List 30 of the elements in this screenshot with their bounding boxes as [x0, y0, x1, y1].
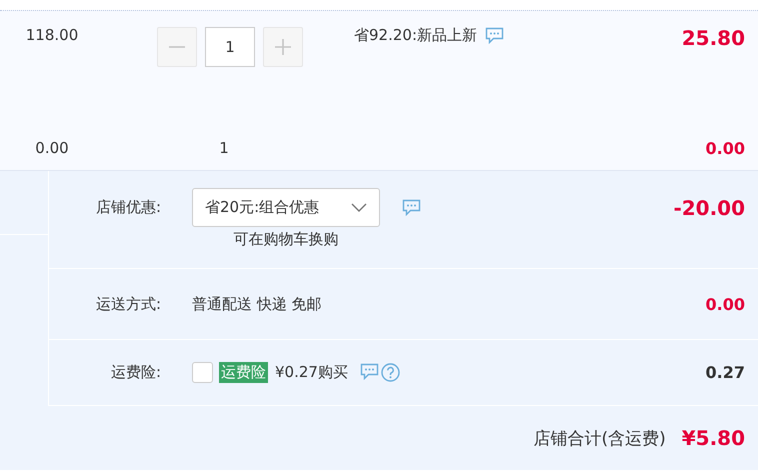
promotion-text: 省92.20:新品上新 — [354, 26, 477, 45]
total-amount: ¥5.80 — [682, 426, 745, 450]
help-icon[interactable] — [380, 363, 400, 382]
minus-icon — [168, 46, 186, 48]
chat-icon[interactable] — [360, 363, 379, 380]
unit-price: 0.00 — [34, 139, 70, 157]
field-label: 店铺优惠: — [94, 198, 161, 217]
quantity-field[interactable]: 1 — [205, 27, 255, 67]
chat-icon[interactable] — [402, 199, 421, 216]
shipping-amount: 0.00 — [706, 294, 745, 314]
quantity: 1 — [218, 139, 230, 157]
field-label: 运送方式: — [94, 294, 161, 314]
chat-icon[interactable] — [485, 27, 504, 44]
discount-dropdown[interactable]: 省20元:组合优惠 — [192, 188, 380, 227]
field-label: 运费险: — [110, 363, 161, 382]
total-label: 店铺合计(含运费) — [533, 428, 666, 450]
plus-icon — [274, 38, 292, 56]
subtotal: 25.80 — [682, 26, 745, 50]
subtotal: 0.00 — [706, 139, 745, 158]
insurance-tag: 运费险 — [219, 362, 268, 383]
checkbox[interactable] — [192, 362, 213, 383]
discount-amount: -20.00 — [673, 196, 745, 220]
increase-button[interactable] — [263, 27, 303, 67]
hint-text: 可在购物车换购 — [232, 230, 340, 249]
shipping-method: 普通配送 快递 免邮 — [192, 294, 322, 314]
decrease-button[interactable] — [157, 27, 197, 67]
insurance-amount: 0.27 — [706, 363, 745, 382]
insurance-price: ¥0.27购买 — [275, 363, 348, 382]
unit-price: 118.00 — [24, 26, 80, 44]
chevron-down-icon — [351, 202, 367, 212]
